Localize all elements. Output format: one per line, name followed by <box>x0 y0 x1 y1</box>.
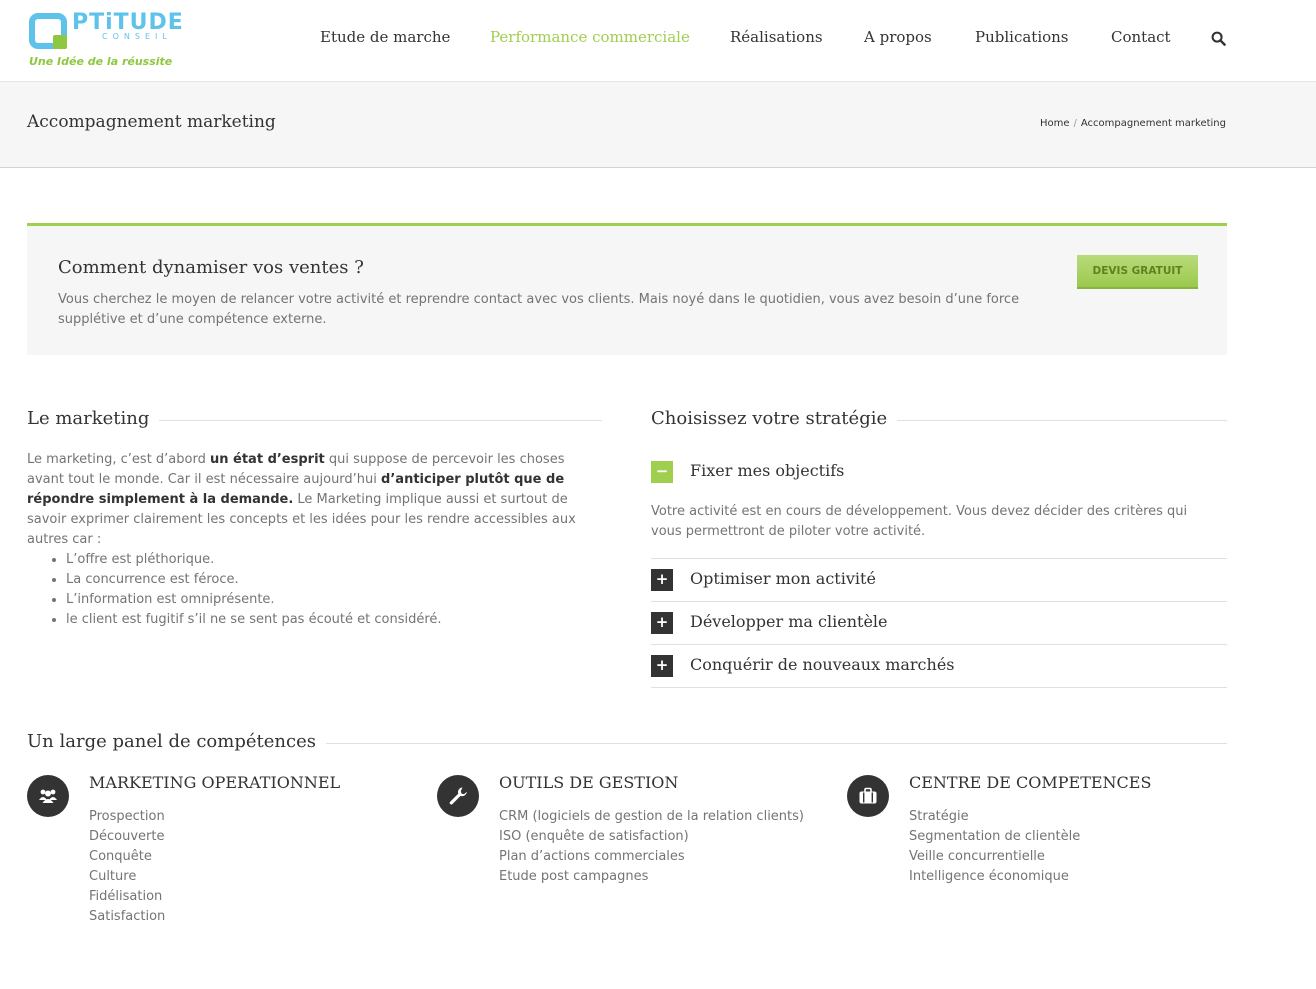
nav-item-publications[interactable]: Publications <box>975 28 1069 46</box>
list-item: CRM (logiciels de gestion de la relation… <box>499 809 804 824</box>
list-item: le client est fugitif s’il ne se sent pa… <box>66 610 442 630</box>
page-title-bar: Accompagnement marketing Home / Accompagne… <box>0 82 1316 168</box>
nav-item-performance-commerciale[interactable]: Performance commerciale <box>490 28 690 46</box>
accordion-plus-icon[interactable]: + <box>651 655 673 677</box>
logo-subtitle: CONSEIL <box>102 32 172 41</box>
search-icon[interactable] <box>1211 31 1226 46</box>
competence-list: Prospection Découverte Conquête Culture … <box>89 807 165 927</box>
marketing-bold-1: un état d’esprit <box>209 452 325 467</box>
accordion-divider <box>651 601 1227 602</box>
promo-box: Comment dynamiser vos ventes ? Vous cher… <box>27 223 1227 355</box>
list-item: L’offre est pléthorique. <box>66 550 442 570</box>
accordion-plus-icon[interactable]: + <box>651 612 673 634</box>
accordion-item-fixer-objectifs[interactable]: − Fixer mes objectifs <box>651 461 1227 485</box>
list-item: L’information est omniprésente. <box>66 590 442 610</box>
nav-item-a-propos[interactable]: A propos <box>864 28 932 46</box>
accordion-plus-icon[interactable]: + <box>651 569 673 591</box>
marketing-paragraph: Le marketing, c’est d’abord un état d’es… <box>27 450 587 550</box>
accordion-label[interactable]: Développer ma clientèle <box>690 612 888 631</box>
list-item: ISO (enquête de satisfaction) <box>499 829 689 844</box>
marketing-heading: Le marketing <box>27 408 160 429</box>
wrench-icon <box>437 775 479 817</box>
logo-tagline: Une Idée de la réussite <box>29 55 173 68</box>
nav-item-realisations[interactable]: Réalisations <box>730 28 823 46</box>
accordion-minus-icon[interactable]: − <box>651 461 673 483</box>
list-item: Découverte <box>89 829 165 844</box>
breadcrumb-separator: / <box>1073 118 1077 129</box>
accordion-label[interactable]: Fixer mes objectifs <box>690 461 844 480</box>
list-item: Satisfaction <box>89 909 166 924</box>
competence-title: OUTILS DE GESTION <box>499 773 679 792</box>
accordion-item-developper-clientele[interactable]: + Développer ma clientèle <box>651 612 1227 636</box>
list-item: Segmentation de clientèle <box>909 829 1081 844</box>
logo-o-mark <box>29 13 67 49</box>
list-item: Fidélisation <box>89 889 163 904</box>
competence-list: Stratégie Segmentation de clientèle Veil… <box>909 807 1080 887</box>
list-item: Veille concurrentielle <box>909 849 1045 864</box>
accordion-label[interactable]: Conquérir de nouveaux marchés <box>690 655 955 674</box>
accordion-item-optimiser-activite[interactable]: + Optimiser mon activité <box>651 569 1227 593</box>
breadcrumb-home-link[interactable]: Home <box>1040 118 1070 129</box>
competence-list: CRM (logiciels de gestion de la relation… <box>499 807 804 887</box>
site-logo[interactable]: PTiTUDE CONSEIL Une Idée de la réussite <box>28 10 200 72</box>
list-item: Etude post campagnes <box>499 869 649 884</box>
promo-title: Comment dynamiser vos ventes ? <box>58 257 364 278</box>
marketing-list: L’offre est pléthorique. La concurrence … <box>40 550 442 630</box>
list-item: Culture <box>89 869 137 884</box>
list-item: Plan d’actions commerciales <box>499 849 685 864</box>
list-item: Conquête <box>89 849 152 864</box>
competence-title: MARKETING OPERATIONNEL <box>89 773 341 792</box>
nav-item-contact[interactable]: Contact <box>1111 28 1171 46</box>
breadcrumb: Home / Accompagnement marketing <box>1040 118 1226 129</box>
accordion-label[interactable]: Optimiser mon activité <box>690 569 876 588</box>
list-item: La concurrence est féroce. <box>66 570 442 590</box>
strategy-heading: Choisissez votre stratégie <box>651 408 898 429</box>
competences-heading: Un large panel de compétences <box>27 731 326 752</box>
site-header: PTiTUDE CONSEIL Une Idée de la réussite … <box>0 0 1316 82</box>
breadcrumb-current: Accompagnement marketing <box>1080 118 1226 129</box>
briefcase-icon <box>847 775 889 817</box>
accordion-body: Votre activité est en cours de développe… <box>651 504 1188 539</box>
competence-title: CENTRE DE COMPETENCES <box>909 773 1152 792</box>
list-item: Intelligence économique <box>909 869 1069 884</box>
list-item: Stratégie <box>909 809 969 824</box>
nav-item-etude-de-marche[interactable]: Etude de marche <box>320 28 450 46</box>
users-icon <box>27 775 69 817</box>
page-title: Accompagnement marketing <box>27 112 276 132</box>
accordion-item-conquerir-marches[interactable]: + Conquérir de nouveaux marchés <box>651 655 1227 679</box>
accordion-divider <box>651 687 1227 688</box>
devis-gratuit-button[interactable]: DEVIS GRATUIT <box>1077 255 1198 289</box>
accordion-divider <box>651 558 1227 559</box>
accordion-divider <box>651 644 1227 645</box>
promo-text: Vous cherchez le moyen de relancer votre… <box>58 292 1020 327</box>
marketing-text-1: Le marketing, c’est d’abord <box>27 452 210 467</box>
list-item: Prospection <box>89 809 165 824</box>
